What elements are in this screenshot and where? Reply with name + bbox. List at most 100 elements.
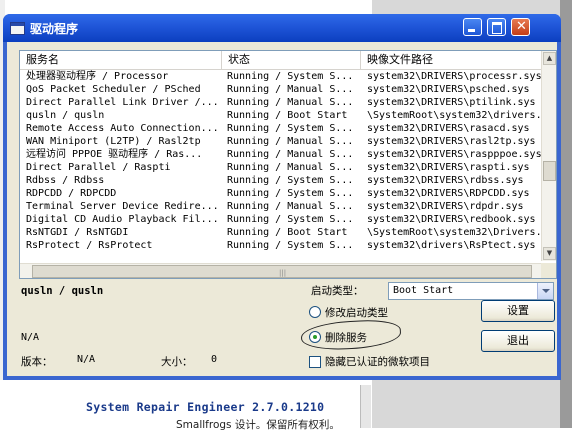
size-label: 大小：	[161, 356, 193, 368]
vertical-scroll-thumb[interactable]	[543, 161, 556, 181]
image-path-cell: system32\DRIVERS\ptilink.sys	[367, 97, 536, 108]
service-name-cell: qusln / qusln	[26, 110, 105, 121]
service-name-cell: RsNTGDI / RsNTGDI	[26, 227, 129, 238]
horizontal-scrollbar[interactable]: |||	[20, 263, 541, 278]
column-header-status[interactable]: 状态	[222, 51, 361, 69]
image-path-cell: \SystemRoot\system32\Drivers...	[367, 227, 545, 238]
radio-delete-service[interactable]	[309, 331, 321, 343]
image-path-cell: \SystemRoot\system32\drivers...	[367, 110, 545, 121]
table-row[interactable]: Direct Parallel Link Driver /... Running …	[20, 96, 541, 109]
table-row[interactable]: Remote Access Auto Connection... Running …	[20, 122, 541, 135]
start-type-select[interactable]: Boot Start	[388, 282, 554, 300]
table-row[interactable]: Rdbss / Rdbss Running / System S... system…	[20, 174, 541, 187]
image-path-cell: system32\DRIVERS\processr.sys	[367, 71, 542, 82]
background-scrollbar	[560, 0, 572, 428]
status-cell: Running / Boot Start	[227, 227, 348, 238]
table-row[interactable]: 远程访问 PPPOE 驱动程序 / Ras... Running / Manual…	[20, 148, 542, 161]
service-name-cell: QoS Packet Scheduler / PSched	[26, 84, 201, 95]
image-path-cell: system32\DRIVERS\rasl2tp.sys	[367, 136, 536, 147]
table-row[interactable]: 处理器驱动程序 / Processor Running / System S...…	[20, 70, 542, 83]
chevron-down-icon[interactable]	[537, 283, 553, 299]
service-name-cell: Terminal Server Device Redire...	[26, 201, 219, 212]
radio-modify-label[interactable]: 修改启动类型	[325, 305, 388, 320]
service-name-cell: 远程访问 PPPOE 驱动程序 / Ras...	[26, 149, 203, 160]
table-row[interactable]: RDPCDD / RDPCDD Running / System S... syst…	[20, 187, 541, 200]
service-name-cell: Digital CD Audio Playback Fil...	[26, 214, 219, 225]
column-header-service-name[interactable]: 服务名	[20, 51, 222, 69]
column-header-image-path[interactable]: 映像文件路径	[361, 51, 541, 69]
status-cell: Running / System S...	[227, 175, 354, 186]
driver-list-view[interactable]: 服务名 状态 映像文件路径 处理器驱动程序 / Processor Running…	[19, 50, 557, 279]
status-cell: Running / System S...	[227, 123, 354, 134]
service-name-cell: Remote Access Auto Connection...	[26, 123, 219, 134]
status-cell: Running / Boot Start	[227, 110, 348, 121]
vertical-scrollbar[interactable]: ▲ ▼	[541, 51, 556, 261]
image-path-cell: system32\DRIVERS\raspti.sys	[367, 162, 530, 173]
service-name-cell: Direct Parallel Link Driver /...	[26, 97, 219, 108]
scroll-up-button[interactable]: ▲	[543, 52, 556, 65]
start-type-value: Boot Start	[393, 285, 454, 296]
table-row[interactable]: qusln / qusln Running / Boot Start \System…	[20, 109, 545, 122]
service-name-cell: WAN Miniport (L2TP) / Rasl2tp	[26, 136, 201, 147]
app-version-title: System Repair Engineer 2.7.0.1210	[86, 400, 325, 414]
horizontal-scroll-thumb[interactable]: |||	[32, 265, 532, 278]
image-path-cell: system32\DRIVERS\redbook.sys	[367, 214, 536, 225]
close-button[interactable]: ✕	[511, 18, 530, 36]
table-row[interactable]: RsProtect / RsProtect Running / System S.…	[20, 239, 541, 252]
status-cell: Running / System S...	[227, 214, 354, 225]
window-title: 驱动程序	[30, 22, 79, 36]
service-name-cell: RsProtect / RsProtect	[26, 240, 153, 251]
minimize-icon	[468, 29, 475, 32]
table-row[interactable]: QoS Packet Scheduler / PSched Running / M…	[20, 83, 541, 96]
close-icon: ✕	[516, 19, 527, 34]
scroll-down-button[interactable]: ▼	[543, 247, 556, 260]
service-name-cell: RDPCDD / RDPCDD	[26, 188, 117, 199]
title-bar[interactable]: 驱动程序 ✕	[3, 14, 561, 42]
service-name-cell: 处理器驱动程序 / Processor	[26, 71, 169, 82]
grip-icon: |||	[279, 269, 287, 277]
version-label: 版本：	[21, 356, 53, 368]
size-value: 0	[211, 354, 218, 365]
hide-verified-label[interactable]: 隐藏已认证的微软项目	[325, 354, 430, 369]
list-rows: 处理器驱动程序 / Processor Running / System S...…	[20, 70, 545, 252]
status-cell: Running / System S...	[227, 240, 354, 251]
service-description: N/A	[21, 332, 40, 343]
radio-delete-label[interactable]: 删除服务	[325, 330, 367, 345]
table-row[interactable]: Terminal Server Device Redire... Running …	[20, 200, 541, 213]
maximize-button[interactable]	[487, 18, 506, 36]
background-vertical-scrollbar	[360, 385, 371, 428]
hide-verified-checkbox[interactable]	[309, 356, 321, 368]
image-path-cell: system32\DRIVERS\rdpdr.sys	[367, 201, 524, 212]
radio-modify-start-type[interactable]	[309, 306, 321, 318]
table-row[interactable]: WAN Miniport (L2TP) / Rasl2tp Running / M…	[20, 135, 541, 148]
selected-service-name: qusln / qusln	[21, 285, 104, 297]
copyright-text: Smallfrogs 设计。保留所有权利。	[176, 419, 340, 431]
status-cell: Running / Manual S...	[227, 149, 354, 160]
status-cell: Running / Manual S...	[227, 201, 354, 212]
start-type-label: 启动类型：	[311, 285, 364, 297]
exit-button[interactable]: 退出	[481, 330, 555, 352]
table-row[interactable]: RsNTGDI / RsNTGDI Running / Boot Start \Sy…	[20, 226, 545, 239]
service-name-cell: Rdbss / Rdbss	[26, 175, 105, 186]
status-cell: Running / System S...	[227, 71, 354, 82]
settings-button[interactable]: 设置	[481, 300, 555, 322]
table-row[interactable]: Digital CD Audio Playback Fil... Running …	[20, 213, 541, 226]
status-cell: Running / Manual S...	[227, 97, 354, 108]
minimize-button[interactable]	[463, 18, 482, 36]
window-icon	[10, 22, 25, 35]
image-path-cell: system32\DRIVERS\rasacd.sys	[367, 123, 530, 134]
version-value: N/A	[77, 354, 96, 365]
scrollbar-corner	[541, 263, 556, 278]
status-cell: Running / Manual S...	[227, 162, 354, 173]
image-path-cell: system32\drivers\RsPtect.sys	[367, 240, 536, 251]
image-path-cell: system32\DRIVERS\raspppoe.sys	[367, 149, 542, 160]
window-client-area: 服务名 状态 映像文件路径 处理器驱动程序 / Processor Running…	[7, 42, 557, 376]
status-cell: Running / Manual S...	[227, 84, 354, 95]
drivers-window: 驱动程序 ✕ 服务名 状态 映像文件路径 处理器驱动程序 / Processor…	[3, 14, 561, 380]
table-row[interactable]: Direct Parallel / Raspti Running / Manual…	[20, 161, 541, 174]
status-cell: Running / Manual S...	[227, 136, 354, 147]
service-name-cell: Direct Parallel / Raspti	[26, 162, 171, 173]
image-path-cell: system32\DRIVERS\psched.sys	[367, 84, 530, 95]
status-cell: Running / System S...	[227, 188, 354, 199]
image-path-cell: system32\DRIVERS\rdbss.sys	[367, 175, 524, 186]
